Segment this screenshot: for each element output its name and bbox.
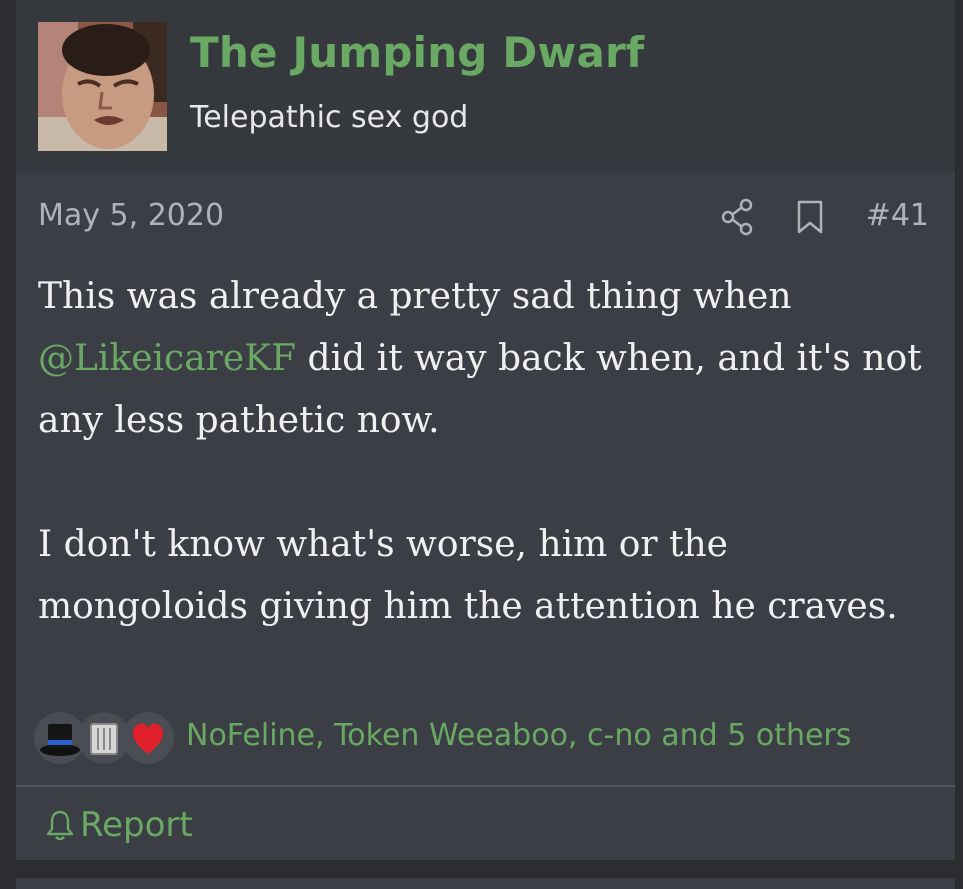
next-post-edge (16, 878, 955, 889)
post-text: This was already a pretty sad thing when (38, 276, 792, 317)
post-footer-divider (16, 785, 955, 787)
report-button[interactable]: Report (46, 803, 193, 847)
reaction-users-link[interactable]: NoFeline, Token Weeaboo, c-no and 5 othe… (186, 718, 851, 753)
post-body: This was already a pretty sad thing when… (38, 266, 928, 638)
heart-icon[interactable] (122, 712, 174, 764)
bookmark-icon[interactable] (796, 200, 824, 234)
post-author-title: Telepathic sex god (190, 100, 469, 135)
post-author-header: The Jumping Dwarf Telepathic sex god (16, 0, 955, 172)
share-icon[interactable] (720, 198, 754, 236)
post-number-link[interactable]: #41 (866, 198, 929, 233)
post-author-username[interactable]: The Jumping Dwarf (190, 28, 644, 77)
avatar-photo-icon (38, 22, 167, 151)
report-label: Report (80, 805, 193, 845)
reactions-bar: NoFeline, Token Weeaboo, c-no and 5 othe… (34, 710, 944, 766)
page: The Jumping Dwarf Telepathic sex god May… (0, 0, 963, 889)
forum-post: The Jumping Dwarf Telepathic sex god May… (16, 0, 955, 860)
post-date[interactable]: May 5, 2020 (38, 198, 224, 233)
post-paragraph-2: I don't know what's worse, him or the mo… (38, 524, 898, 627)
user-avatar[interactable] (38, 22, 167, 151)
user-mention-link[interactable]: @LikeicareKF (38, 338, 296, 379)
post-paragraph-1: This was already a pretty sad thing when… (38, 266, 928, 452)
bell-icon (46, 810, 74, 841)
